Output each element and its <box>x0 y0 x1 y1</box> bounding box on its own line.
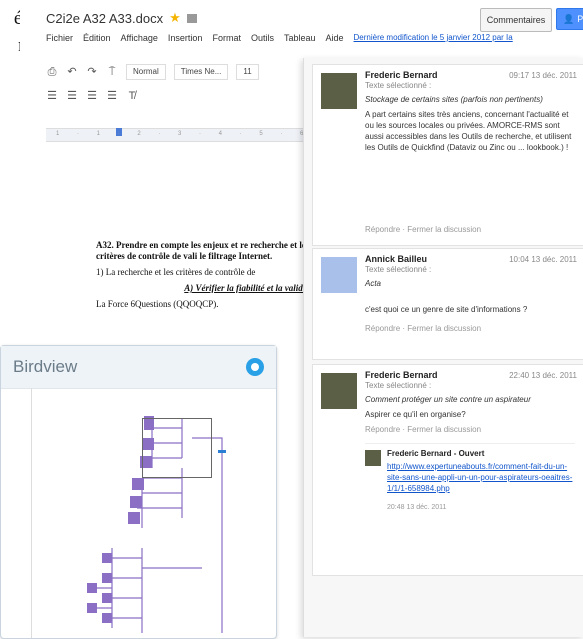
avatar <box>321 73 357 109</box>
comment-quote: Comment protéger un site contre un aspir… <box>365 395 531 404</box>
avatar <box>321 373 357 409</box>
comment-actions[interactable]: Répondre · Fermer la discussion <box>365 225 481 234</box>
doc-paragraph: A32. Prendre en compte les enjeux et re … <box>96 240 310 261</box>
menu-format[interactable]: Format <box>212 33 241 43</box>
clear-format-icon[interactable]: T̸ <box>126 90 138 102</box>
avatar <box>321 257 357 293</box>
comment-quote: Stockage de certains sites (parfois non … <box>365 95 543 104</box>
comment-time: 22:40 13 déc. 2011 <box>509 371 577 380</box>
eye-icon[interactable] <box>246 358 264 376</box>
last-edit-link[interactable]: Dernière modification le 5 janvier 2012 … <box>354 33 513 43</box>
comment-card[interactable]: Frederic Bernard 22:40 13 déc. 2011 Text… <box>312 364 583 576</box>
document-title[interactable]: C2i2e A32 A33.docx <box>46 11 163 26</box>
ruler[interactable]: 1 · 1 · 2 · 3 · 4 · 5 · 6 <box>46 128 336 142</box>
birdview-canvas[interactable] <box>31 388 272 638</box>
comment-text: c'est quoi ce un genre de site d'informa… <box>365 305 528 314</box>
doc-paragraph: A) Vérifier la fiabilité et la validité … <box>184 283 326 293</box>
person-icon: 👤 <box>563 13 575 24</box>
comment-subtitle: Texte sélectionné : <box>365 265 432 274</box>
share-button-label: Pa <box>577 14 583 24</box>
comment-time: 10:04 13 déc. 2011 <box>509 255 577 264</box>
print-icon[interactable]: ⎙ <box>46 66 58 78</box>
comment-actions[interactable]: Répondre · Fermer la discussion <box>365 324 481 333</box>
comment-time: 09:17 13 déc. 2011 <box>509 71 577 80</box>
folder-icon[interactable] <box>186 13 197 23</box>
menu-help[interactable]: Aide <box>326 33 344 43</box>
font-size-select[interactable]: 11 <box>236 64 259 80</box>
reply-link[interactable]: http://www.expertuneabouts.fr/comment-fa… <box>387 461 575 494</box>
increase-indent-icon[interactable]: ☰ <box>106 90 118 102</box>
comment-card[interactable]: Frederic Bernard 09:17 13 déc. 2011 Text… <box>312 64 583 246</box>
doc-paragraph: 1) La recherche et les critères de contr… <box>96 267 256 277</box>
comment-author: Annick Bailleu <box>365 254 428 264</box>
comment-author: Frederic Bernard <box>365 70 438 80</box>
avatar <box>365 450 381 466</box>
numbered-list-icon[interactable]: ☰ <box>46 90 58 102</box>
formatting-toolbar: ⎙ ↶ ↷ ⍑ Normal Times Ne... 11 ☰ ☰ ☰ ☰ T̸ <box>46 60 336 120</box>
ruler-ticks: 1 · 1 · 2 · 3 · 4 · 5 · 6 <box>56 131 312 137</box>
doc-paragraph: La Force 6Questions (QQOQCP). <box>96 299 219 309</box>
reply-author: Frederic Bernard - Ouvert <box>387 449 485 458</box>
comments-button[interactable]: Commentaires <box>480 8 552 32</box>
decrease-indent-icon[interactable]: ☰ <box>86 90 98 102</box>
comment-card[interactable]: Annick Bailleu 10:04 13 déc. 2011 Texte … <box>312 248 583 360</box>
menu-bar: Fichier Édition Affichage Insertion Form… <box>46 33 513 43</box>
comment-reply: Frederic Bernard - Ouvert http://www.exp… <box>365 443 575 514</box>
paint-format-icon[interactable]: ⍑ <box>106 66 118 78</box>
menu-table[interactable]: Tableau <box>284 33 316 43</box>
redo-icon[interactable]: ↷ <box>86 66 98 78</box>
comment-author: Frederic Bernard <box>365 370 438 380</box>
birdview-viewport[interactable] <box>142 418 212 478</box>
menu-edit[interactable]: Édition <box>83 33 111 43</box>
undo-icon[interactable]: ↶ <box>66 66 78 78</box>
star-icon[interactable]: ★ <box>169 10 181 26</box>
reply-time: 20:48 13 déc. 2011 <box>387 504 447 511</box>
birdview-header: Birdview <box>1 346 276 389</box>
comments-panel: Frederic Bernard 09:17 13 déc. 2011 Text… <box>303 58 583 637</box>
document-body[interactable]: A32. Prendre en compte les enjeux et re … <box>96 240 326 315</box>
font-family-select[interactable]: Times Ne... <box>173 64 229 80</box>
menu-view[interactable]: Affichage <box>121 33 158 43</box>
comment-text: Aspirer ce qu'il en organise? <box>365 410 466 419</box>
bulleted-list-icon[interactable]: ☰ <box>66 90 78 102</box>
comment-quote: Acta <box>365 279 382 288</box>
menu-insert[interactable]: Insertion <box>168 33 203 43</box>
style-select[interactable]: Normal <box>126 64 166 80</box>
birdview-panel: Birdview <box>0 345 277 639</box>
menu-tools[interactable]: Outils <box>251 33 274 43</box>
share-button[interactable]: 👤 Pa <box>556 8 583 30</box>
comment-actions[interactable]: Répondre · Fermer la discussion <box>365 425 481 434</box>
menu-file[interactable]: Fichier <box>46 33 73 43</box>
comment-subtitle: Texte sélectionné : <box>365 381 432 390</box>
birdview-title: Birdview <box>13 357 78 376</box>
title-bar: C2i2e A32 A33.docx ★ <box>46 8 197 28</box>
comment-text: A part certains sites très anciens, conc… <box>365 110 572 152</box>
comment-subtitle: Texte sélectionné : <box>365 81 432 90</box>
